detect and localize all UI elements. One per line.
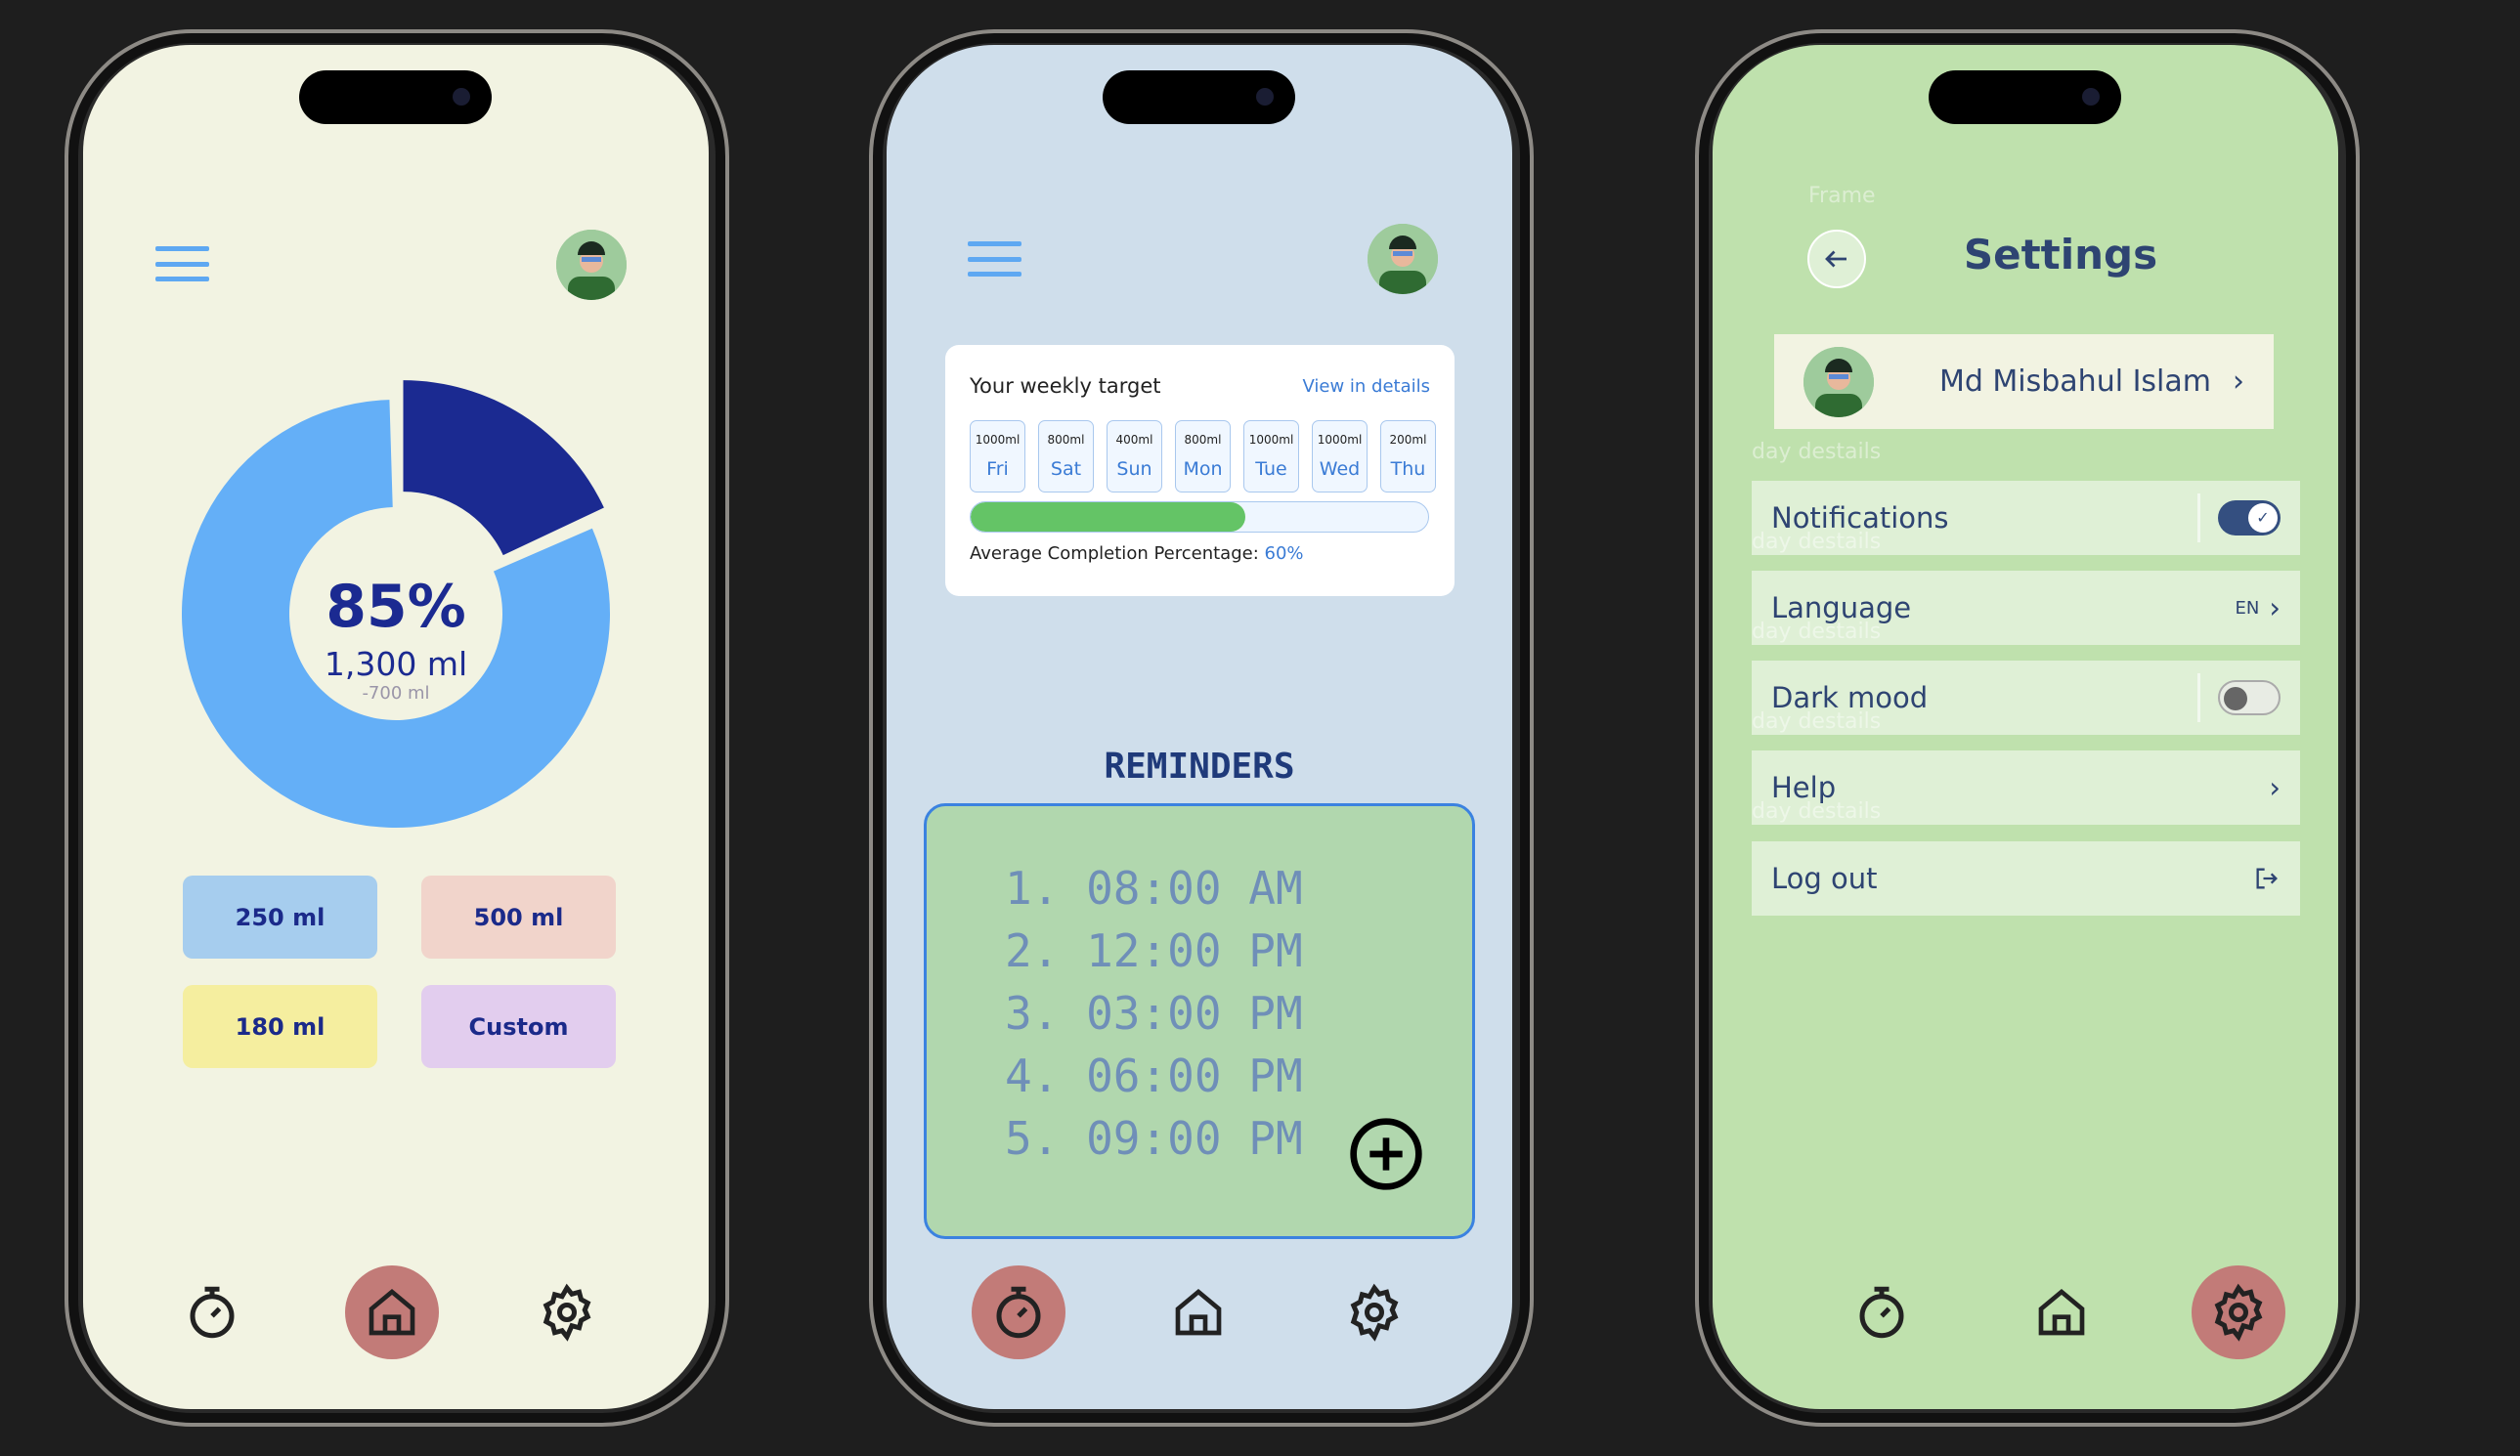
- arrow-left-icon: [1825, 250, 1847, 268]
- view-details-link[interactable]: View in details: [1302, 376, 1430, 397]
- chevron-right-icon: ›: [2269, 771, 2281, 804]
- row-ghost-label: day destails: [1752, 709, 1882, 734]
- completion-progress-bar: [970, 501, 1429, 533]
- dynamic-island: [299, 70, 492, 124]
- day-chip-mon[interactable]: 800ml Mon: [1175, 420, 1231, 492]
- nav-timer[interactable]: [165, 1265, 259, 1359]
- dynamic-island: [1103, 70, 1295, 124]
- nav-settings[interactable]: [520, 1265, 614, 1359]
- dynamic-island: [1929, 70, 2121, 124]
- day-target: 800ml: [1184, 433, 1222, 447]
- gear-icon: [543, 1283, 591, 1342]
- add-reminder-icon[interactable]: [1347, 1115, 1425, 1193]
- timer-icon: [996, 1286, 1041, 1339]
- check-icon: ✓: [2248, 503, 2278, 533]
- page-title: Settings: [1963, 231, 2158, 278]
- reminder-item[interactable]: 5. 09:00 PM: [1005, 1107, 1303, 1170]
- reminders-screen: Your weekly target View in details 1000m…: [887, 45, 1512, 1409]
- day-target: 1000ml: [1317, 433, 1363, 447]
- row-ghost-label: day destails: [1752, 799, 1882, 824]
- avg-completion-value: 60%: [1264, 543, 1304, 564]
- home-icon: [1175, 1288, 1222, 1336]
- day-target: 200ml: [1389, 433, 1427, 447]
- user-name: Md Misbahul Islam: [1938, 364, 2211, 399]
- gear-icon: [2214, 1283, 2263, 1342]
- menu-icon[interactable]: [155, 246, 209, 281]
- dark-mode-toggle[interactable]: [2218, 680, 2281, 715]
- home-icon: [2038, 1288, 2085, 1336]
- row-ghost-label: day destails: [1752, 620, 1882, 644]
- avatar: [1803, 346, 1874, 417]
- avatar[interactable]: [1368, 224, 1438, 294]
- row-ghost-label: day destails: [1752, 530, 1882, 554]
- day-chip-fri[interactable]: 1000ml Fri: [970, 420, 1025, 492]
- reminder-item[interactable]: 4. 06:00 PM: [1005, 1045, 1303, 1107]
- timer-icon: [1859, 1286, 1904, 1339]
- day-label: Sat: [1050, 458, 1082, 480]
- day-chip-thu[interactable]: 200ml Thu: [1380, 420, 1436, 492]
- language-value: EN: [2235, 597, 2260, 619]
- nav-home[interactable]: [1151, 1265, 1245, 1359]
- nav-settings[interactable]: [2192, 1265, 2285, 1359]
- setting-label: Log out: [1771, 862, 1878, 895]
- donut-center: 85% 1,300 ml -700 ml: [239, 573, 552, 704]
- weekly-target-card: Your weekly target View in details 1000m…: [945, 345, 1455, 596]
- profile-card[interactable]: Md Misbahul Islam ›: [1774, 334, 2274, 429]
- settings-screen: Frame Settings Md Misbahul Islam › day d…: [1713, 45, 2338, 1409]
- day-target: 400ml: [1115, 433, 1153, 447]
- day-label: Wed: [1319, 458, 1361, 480]
- reminders-heading: REMINDERS: [1104, 747, 1295, 787]
- timer-icon: [190, 1286, 235, 1339]
- day-target: 1000ml: [975, 433, 1021, 447]
- day-target: 1000ml: [1248, 433, 1294, 447]
- day-chip-wed[interactable]: 1000ml Wed: [1312, 420, 1368, 492]
- reminder-item[interactable]: 1. 08:00 AM: [1005, 857, 1303, 920]
- day-chip-sat[interactable]: 800ml Sat: [1038, 420, 1094, 492]
- amount-label: 1,300 ml: [324, 645, 468, 683]
- home-icon: [369, 1288, 415, 1336]
- nav-timer[interactable]: [1835, 1265, 1929, 1359]
- nav-home[interactable]: [345, 1265, 439, 1359]
- back-button[interactable]: [1807, 230, 1866, 288]
- day-label: Mon: [1183, 458, 1223, 480]
- frame-label: Frame: [1808, 184, 1876, 208]
- day-chip-sun[interactable]: 400ml Sun: [1107, 420, 1162, 492]
- menu-icon[interactable]: [968, 241, 1021, 277]
- logout-icon: [2256, 868, 2278, 889]
- avg-completion: Average Completion Percentage: 60%: [970, 543, 1304, 564]
- home-screen: 85% 1,300 ml -700 ml 250 ml 500 ml 180 m…: [83, 45, 709, 1409]
- nav-home[interactable]: [2015, 1265, 2108, 1359]
- gear-icon: [1350, 1283, 1399, 1342]
- custom-amount-button[interactable]: Custom: [421, 985, 616, 1068]
- avatar[interactable]: [556, 230, 627, 300]
- day-label: Sun: [1116, 458, 1152, 480]
- weekly-target-title: Your weekly target: [970, 374, 1161, 398]
- day-target: 800ml: [1047, 433, 1085, 447]
- completion-progress-fill: [971, 502, 1245, 532]
- day-label: Fri: [986, 458, 1009, 480]
- notifications-toggle[interactable]: ✓: [2218, 500, 2281, 535]
- percent-label: 85%: [326, 573, 466, 641]
- donut-progress-segment: [403, 380, 604, 556]
- chevron-right-icon: ›: [2233, 364, 2244, 399]
- reminder-item[interactable]: 2. 12:00 PM: [1005, 920, 1303, 982]
- nav-settings[interactable]: [1327, 1265, 1421, 1359]
- setting-logout[interactable]: Log out: [1752, 841, 2300, 916]
- add-180ml-button[interactable]: 180 ml: [183, 985, 377, 1068]
- add-250ml-button[interactable]: 250 ml: [183, 876, 377, 959]
- remaining-label: -700 ml: [362, 683, 430, 704]
- day-chip-tue[interactable]: 1000ml Tue: [1243, 420, 1299, 492]
- chevron-right-icon: ›: [2269, 591, 2281, 624]
- section-label: day destails: [1752, 440, 1882, 464]
- day-label: Tue: [1255, 458, 1287, 480]
- reminders-list: 1. 08:00 AM 2. 12:00 PM 3. 03:00 PM 4. 0…: [924, 803, 1475, 1239]
- avg-completion-label: Average Completion Percentage:: [970, 543, 1259, 564]
- nav-timer[interactable]: [972, 1265, 1065, 1359]
- reminder-item[interactable]: 3. 03:00 PM: [1005, 982, 1303, 1045]
- day-label: Thu: [1390, 458, 1426, 480]
- add-500ml-button[interactable]: 500 ml: [421, 876, 616, 959]
